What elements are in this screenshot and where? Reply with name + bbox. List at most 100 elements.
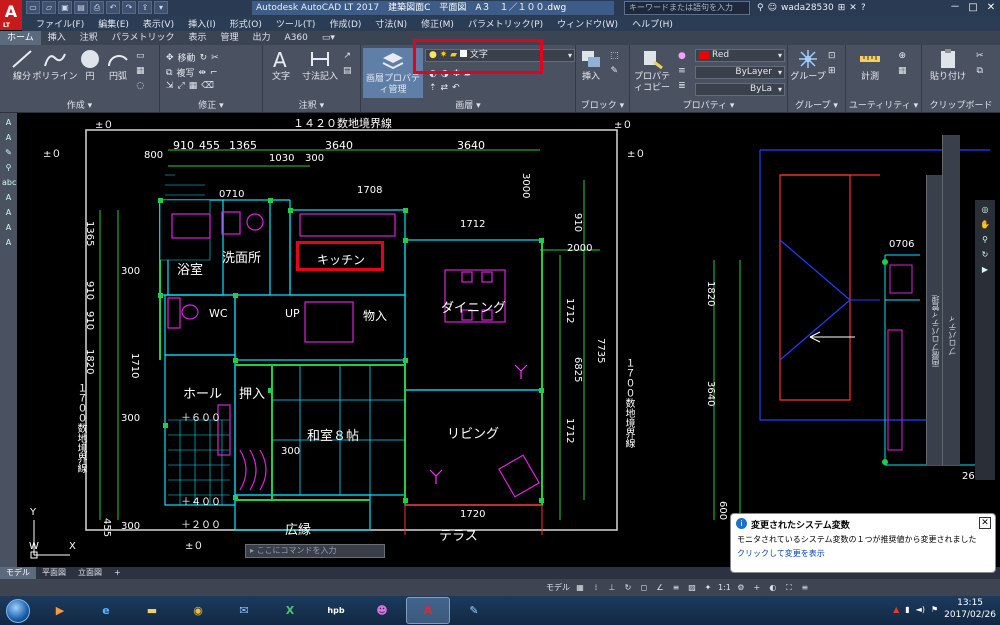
lineweight-dropdown[interactable]: ByLa: [695, 83, 785, 96]
volume-icon[interactable]: ◄): [916, 605, 925, 614]
search-input[interactable]: キーワードまたは語句を入力: [624, 1, 750, 15]
redo-icon[interactable]: ↷: [122, 1, 136, 14]
tab-layout-elevation[interactable]: 立面図: [72, 567, 108, 579]
undo-icon[interactable]: ↶: [106, 1, 120, 14]
array-icon[interactable]: ▦: [189, 81, 198, 91]
menu-view[interactable]: 表示(V): [143, 17, 174, 30]
tab-output[interactable]: 出力: [246, 31, 278, 45]
draw-panel-title[interactable]: 作成 ▾: [0, 98, 159, 111]
linetype-dropdown[interactable]: ByLayer: [695, 66, 785, 79]
flag-icon[interactable]: ⚑: [931, 605, 938, 614]
scale-icon[interactable]: ⤢: [178, 81, 185, 91]
menu-window[interactable]: ウィンドウ(W): [557, 17, 618, 30]
trim-icon[interactable]: ✂: [211, 53, 219, 63]
tab-insert[interactable]: 挿入: [41, 31, 73, 45]
find-icon[interactable]: ⚲: [2, 162, 15, 173]
polyline-button[interactable]: ポリライン: [28, 48, 82, 83]
tab-manage[interactable]: 管理: [214, 31, 246, 45]
arc-button[interactable]: 円弧: [104, 48, 132, 83]
workspace-icon[interactable]: ⚙: [735, 581, 747, 594]
menu-edit[interactable]: 編集(E): [98, 17, 129, 30]
start-button[interactable]: [0, 597, 36, 625]
annotation-scale[interactable]: 1:1: [718, 581, 731, 594]
text-button[interactable]: A 文字: [263, 48, 299, 83]
group-panel-title[interactable]: グループ ▾: [788, 98, 845, 111]
text-justify-icon[interactable]: A: [2, 237, 15, 248]
clipboard-panel-title[interactable]: クリップボード: [922, 98, 1000, 111]
plot-icon[interactable]: ⎙: [90, 1, 104, 14]
ungroup-icon[interactable]: ⊡: [828, 51, 836, 61]
cart-icon[interactable]: ⊞: [838, 1, 846, 15]
dimension-button[interactable]: 寸法記入: [297, 48, 343, 83]
stretch-icon[interactable]: ⇲: [166, 81, 174, 91]
layers-panel-title[interactable]: 画層 ▾: [361, 98, 575, 111]
notification-close-button[interactable]: ✕: [979, 517, 991, 529]
model-space-button[interactable]: モデル: [546, 581, 570, 594]
pan-icon[interactable]: ✋: [979, 219, 992, 230]
help-icon[interactable]: ?: [861, 1, 866, 15]
clipboard-copy-icon[interactable]: ⧉: [977, 66, 983, 76]
annotation-panel-title[interactable]: 注釈 ▾: [263, 98, 360, 111]
text-scale-icon[interactable]: A: [2, 207, 15, 218]
save-as-icon[interactable]: ▤: [74, 1, 88, 14]
leader-icon[interactable]: ↗: [343, 51, 351, 61]
qat-dropdown-icon[interactable]: ▾: [154, 1, 168, 14]
block-panel-title[interactable]: ブロック ▾: [576, 98, 629, 111]
rectangle-icon[interactable]: ▭: [136, 51, 145, 61]
make-current-icon[interactable]: ⇡: [429, 83, 437, 93]
properties-panel-title[interactable]: プロパティ ▾: [630, 98, 787, 111]
autocad-taskbar-icon[interactable]: A: [406, 597, 450, 624]
fillet-icon[interactable]: ⌐: [210, 68, 218, 78]
orbit-icon[interactable]: ↻: [979, 249, 992, 260]
otrack-icon[interactable]: ∠: [654, 581, 666, 594]
menu-format[interactable]: 形式(O): [230, 17, 262, 30]
tab-parametric[interactable]: パラメトリック: [105, 31, 182, 45]
paste-button[interactable]: 貼り付け: [926, 48, 970, 83]
save-icon[interactable]: ▣: [58, 1, 72, 14]
menu-dimension[interactable]: 寸法(N): [375, 17, 407, 30]
ribbon-toggle-icon[interactable]: ▭▾: [315, 31, 342, 45]
app-menu-button[interactable]: A LT: [0, 0, 22, 30]
tab-annotate[interactable]: 注釈: [73, 31, 105, 45]
text-align-icon[interactable]: A: [2, 192, 15, 203]
grid-icon[interactable]: ▦: [574, 581, 586, 594]
move-icon[interactable]: ✥: [166, 53, 174, 63]
layer-previous-icon[interactable]: ↶: [452, 83, 460, 93]
minimize-button[interactable]: －: [946, 0, 964, 16]
exchange-icon[interactable]: ✕: [849, 1, 857, 15]
new-icon[interactable]: ▭: [26, 1, 40, 14]
text-style-icon[interactable]: A: [2, 132, 15, 143]
transparency-icon[interactable]: ▨: [686, 581, 698, 594]
menu-file[interactable]: ファイル(F): [36, 17, 84, 30]
excel-icon[interactable]: X: [268, 597, 312, 624]
text-tool-icon[interactable]: A: [2, 117, 15, 128]
hatch-icon[interactable]: ▦: [136, 66, 145, 76]
linetype-icon[interactable]: ≡: [678, 66, 686, 76]
internet-explorer-icon[interactable]: e: [84, 597, 128, 624]
copy-label[interactable]: 複写: [176, 66, 194, 79]
command-input[interactable]: ▸ ここにコマンドを入力: [245, 544, 385, 558]
game-icon[interactable]: ☻: [360, 597, 404, 624]
edit-block-icon[interactable]: ✎: [610, 66, 618, 76]
binoculars-icon[interactable]: ⚲: [757, 1, 764, 15]
cut-icon[interactable]: ✂: [976, 51, 984, 61]
plus-icon[interactable]: +: [751, 581, 763, 594]
hpb-icon[interactable]: hpb: [314, 597, 358, 624]
group-button[interactable]: グループ: [788, 48, 828, 83]
circle-button[interactable]: 円: [76, 48, 104, 83]
tab-a360[interactable]: A360: [278, 31, 315, 45]
mirror-icon[interactable]: ⇹: [198, 68, 206, 78]
annotation-visibility-icon[interactable]: ✦: [702, 581, 714, 594]
properties-palette[interactable]: プロパティ: [942, 135, 960, 465]
utilities-panel-title[interactable]: ユーティリティ ▾: [846, 98, 921, 111]
menu-parametric[interactable]: パラメトリック(P): [468, 17, 543, 30]
rotate-icon[interactable]: ↻: [200, 53, 208, 63]
measure-button[interactable]: 計測: [850, 48, 890, 83]
modify-panel-title[interactable]: 修正 ▾: [160, 98, 262, 111]
ellipse-icon[interactable]: ◌: [136, 81, 144, 91]
create-block-icon[interactable]: ⬚: [610, 51, 619, 61]
notification-link[interactable]: クリックして変更を表示: [737, 548, 989, 559]
table-icon[interactable]: ▤: [343, 66, 352, 76]
group-edit-icon[interactable]: ⊞: [828, 66, 836, 76]
color-wheel-icon[interactable]: ●: [678, 51, 686, 61]
